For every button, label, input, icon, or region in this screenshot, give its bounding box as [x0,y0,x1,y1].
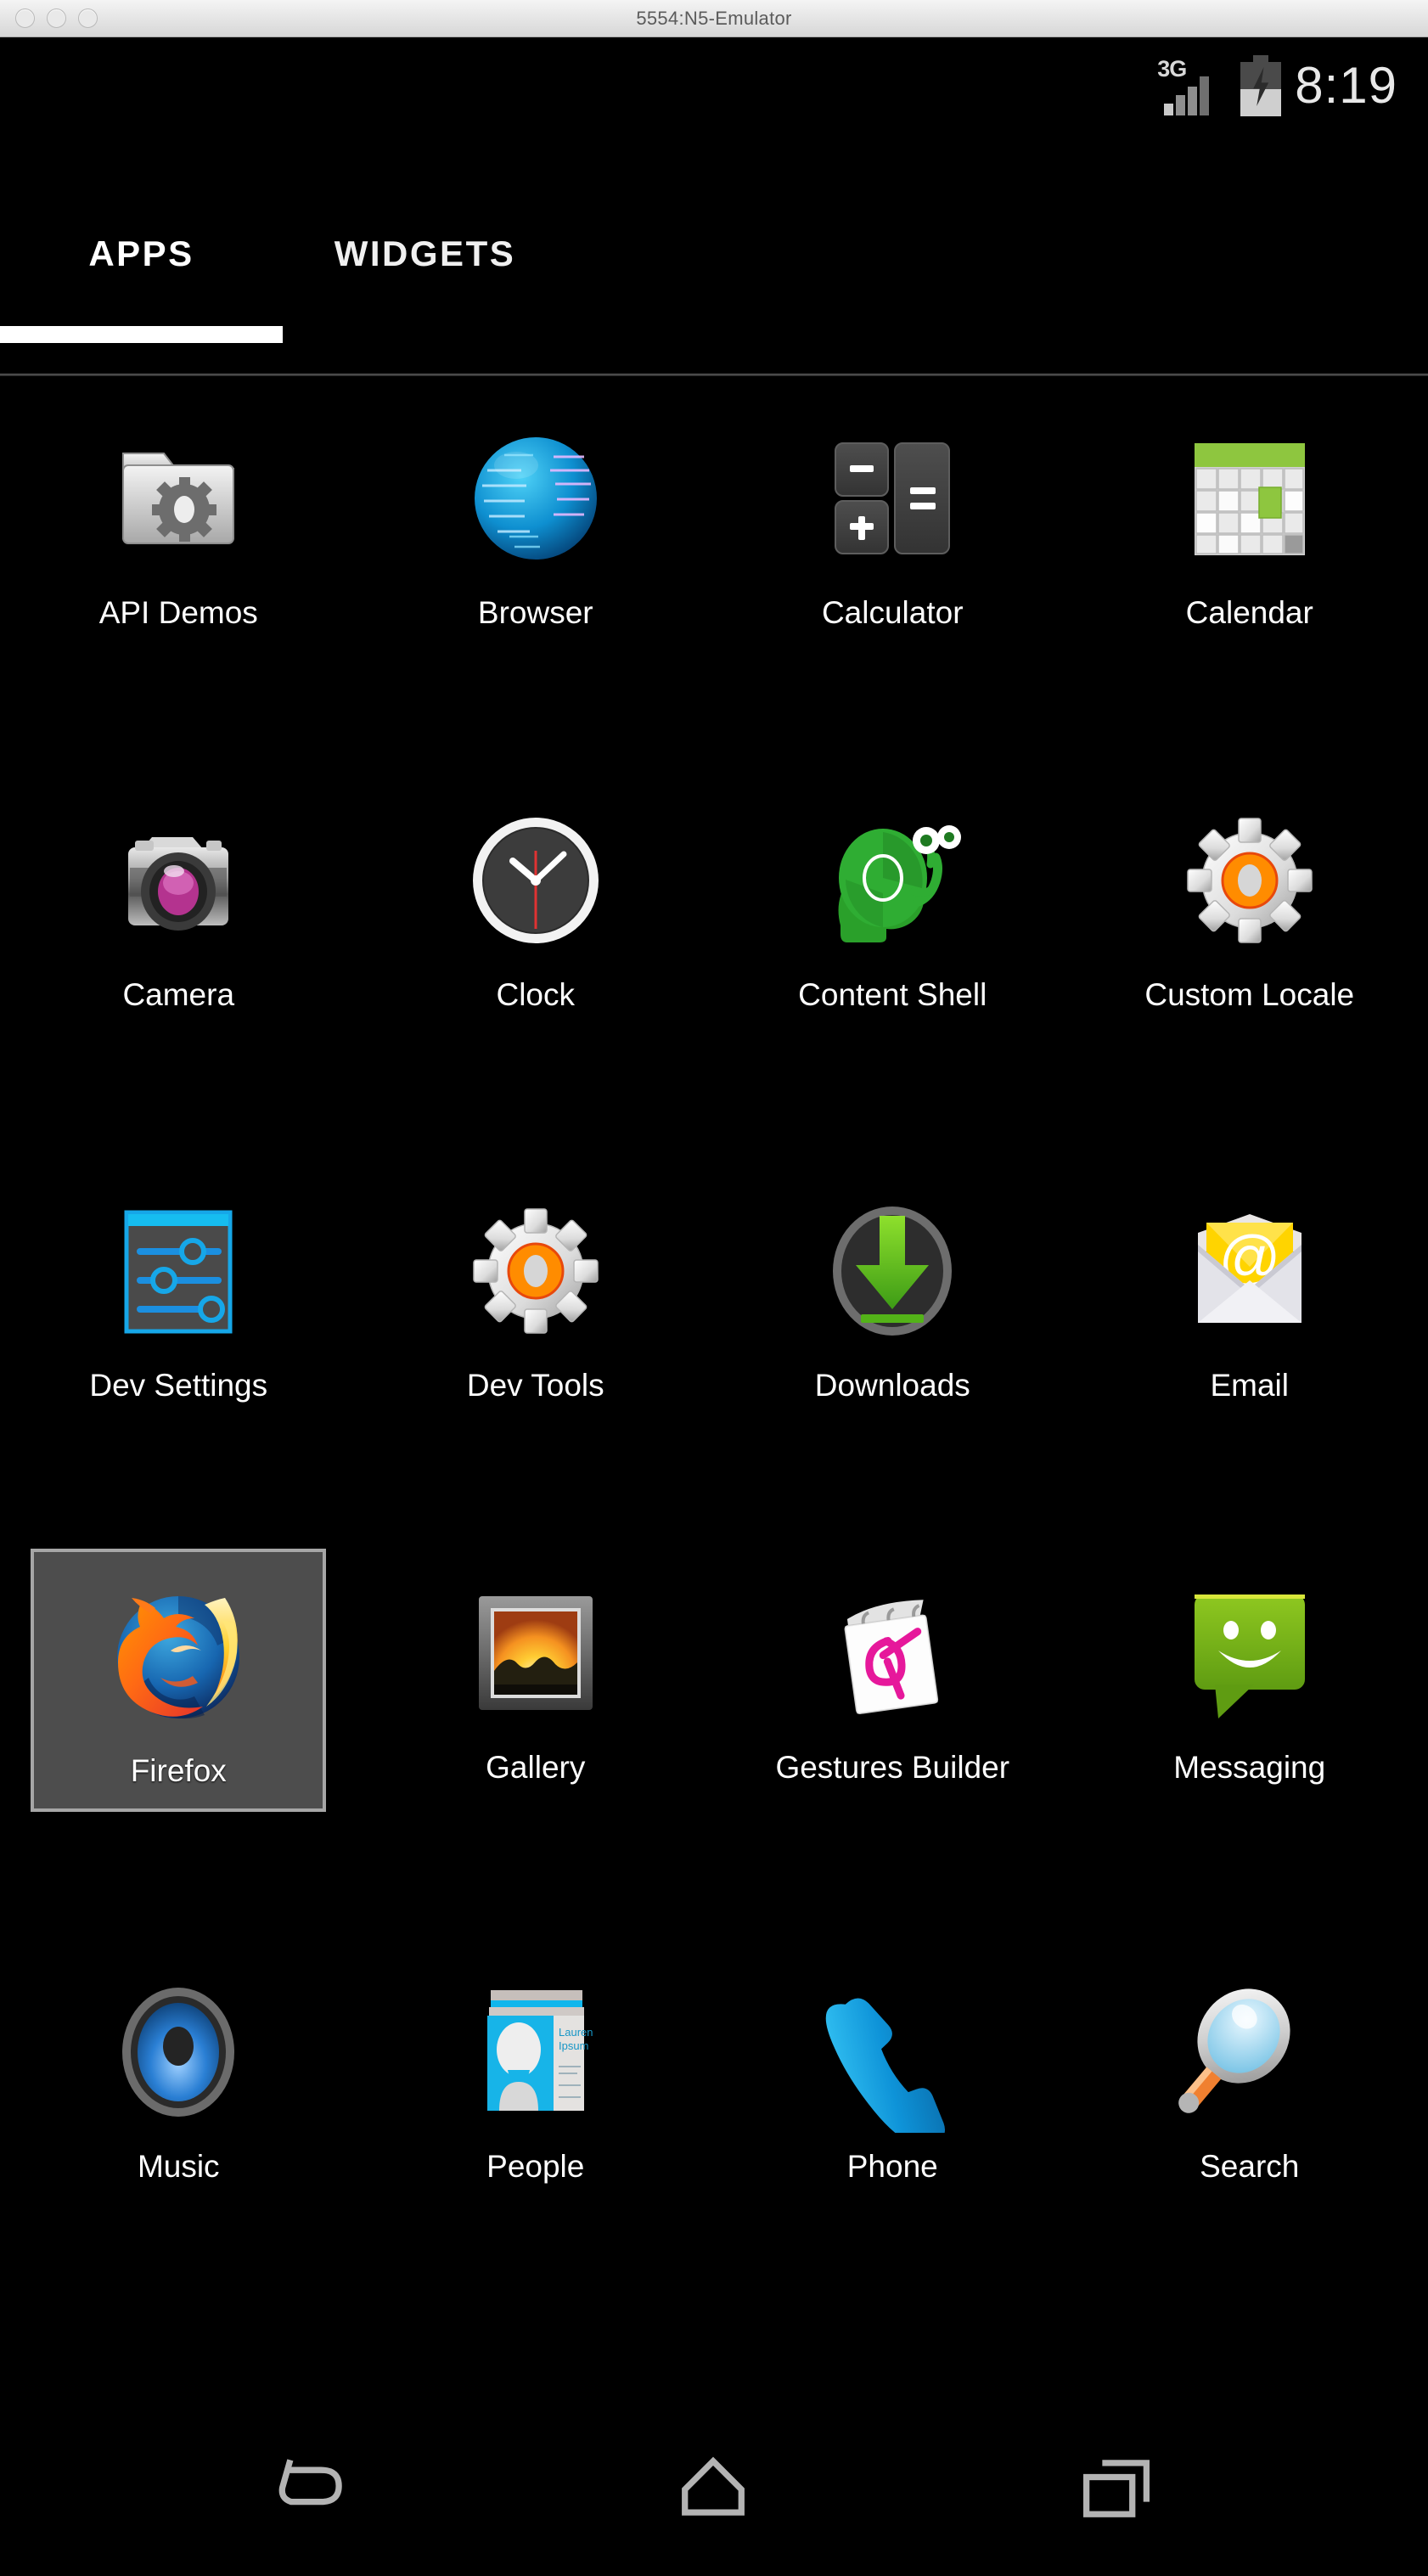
app-label: Browser [477,595,593,630]
app-cell-people[interactable]: Lauren Ipsum People [357,1948,715,2330]
app-label: Music [137,2149,220,2184]
app-cell-calculator[interactable]: Calculator [714,394,1071,776]
battery-charging-icon [1240,55,1282,116]
app-row: API Demos Browser Calculator Calendar [0,394,1428,776]
home-button[interactable] [628,2437,798,2539]
magnifier-icon [1169,1971,1330,2133]
tab-active-indicator [0,326,283,343]
app-label: Camera [122,977,235,1012]
emulator-window: 5554:N5-Emulator 3G 8:19 APPS WIDGETS AP… [0,0,1428,2576]
envelope-at-icon: @ [1169,1190,1330,1352]
signal-strength-icon: 3G [1157,54,1222,117]
app-label: Firefox [130,1753,227,1788]
app-label: Downloads [814,1368,970,1403]
app-label: Calendar [1185,595,1313,630]
phone-handset-icon [812,1971,973,2133]
app-cell-api-demos[interactable]: API Demos [0,394,357,776]
back-arrow-icon [278,2459,342,2506]
tab-divider [0,374,1428,376]
app-cell-firefox[interactable]: Firefox [0,1549,357,1948]
home-icon [682,2456,745,2516]
app-label: People [486,2149,585,2184]
green-snail-icon [812,800,973,961]
picture-frame-icon [455,1572,616,1734]
app-cell-gestures-builder[interactable]: Gestures Builder [714,1549,1071,1948]
notepad-gesture-icon [812,1572,973,1734]
app-cell-search[interactable]: Search [1071,1948,1428,2330]
app-label: Gestures Builder [775,1750,1010,1785]
app-cell-camera[interactable]: Camera [0,776,357,1167]
app-row: Dev Settings Dev Tools Downloads @ Email [0,1167,1428,1549]
navigation-bar [0,2406,1428,2576]
card-name-line1: Lauren [559,2026,593,2039]
app-cell-custom-locale[interactable]: Custom Locale [1071,776,1428,1167]
app-cell-calendar[interactable]: Calendar [1071,394,1428,776]
analog-clock-icon [455,800,616,961]
camera-icon [98,800,259,961]
sliders-panel-icon [98,1190,259,1352]
calculator-keys-icon [812,418,973,579]
app-cell-downloads[interactable]: Downloads [714,1167,1071,1549]
device-screen: 3G 8:19 APPS WIDGETS API Demos Browser C… [0,37,1428,2576]
tab-apps[interactable]: APPS [0,182,283,326]
app-drawer-tabs: APPS WIDGETS [0,182,1428,345]
window-title: 5554:N5-Emulator [636,7,792,29]
firefox-icon [98,1576,259,1737]
app-label: Messaging [1173,1750,1326,1785]
app-label: Dev Settings [89,1368,268,1403]
app-cell-email[interactable]: @ Email [1071,1167,1428,1549]
app-cell-gallery[interactable]: Gallery [357,1549,715,1948]
app-cell-browser[interactable]: Browser [357,394,715,776]
globe-icon [455,418,616,579]
app-row: Camera Clock Content Shell Custom Locale [0,776,1428,1167]
app-cell-dev-tools[interactable]: Dev Tools [357,1167,715,1549]
app-cell-music[interactable]: Music [0,1948,357,2330]
gear-orange-icon [1169,800,1330,961]
tab-widgets-label: WIDGETS [334,233,516,273]
app-label: Dev Tools [466,1368,604,1403]
status-clock: 8:19 [1295,57,1397,114]
folder-gear-icon [98,418,259,579]
speaker-icon [98,1971,259,2133]
app-label: Search [1200,2149,1300,2184]
recent-apps-button[interactable] [1032,2437,1201,2539]
speech-bubble-smiley-icon [1169,1572,1330,1734]
card-name-line2: Ipsum [559,2039,588,2052]
gear-orange-icon [455,1190,616,1352]
contact-card-icon: Lauren Ipsum [455,1971,616,2133]
app-row: Firefox Gallery Gestures Builder Messagi… [0,1549,1428,1948]
app-label: Calculator [821,595,964,630]
app-label: Email [1210,1368,1290,1403]
back-button[interactable] [229,2437,399,2539]
app-cell-phone[interactable]: Phone [714,1948,1071,2330]
app-grid: API Demos Browser Calculator Calendar Ca… [0,394,1428,2330]
app-label: Gallery [486,1750,586,1785]
app-cell-content-shell[interactable]: Content Shell [714,776,1071,1167]
status-bar: 3G 8:19 [0,37,1428,173]
calendar-grid-icon [1169,418,1330,579]
app-cell-dev-settings[interactable]: Dev Settings [0,1167,357,1549]
tab-apps-label: APPS [88,233,194,273]
download-arrow-icon [812,1190,973,1352]
app-cell-messaging[interactable]: Messaging [1071,1549,1428,1948]
app-label: Clock [496,977,576,1012]
app-row: Music Lauren Ipsum People Phone Search [0,1948,1428,2330]
app-cell-clock[interactable]: Clock [357,776,715,1167]
app-label: API Demos [98,595,258,630]
tab-widgets[interactable]: WIDGETS [283,182,567,326]
recent-apps-icon [1083,2460,1150,2517]
app-label: Content Shell [798,977,987,1012]
window-titlebar: 5554:N5-Emulator [0,0,1428,37]
app-label: Custom Locale [1144,977,1355,1012]
app-label: Phone [846,2149,938,2184]
